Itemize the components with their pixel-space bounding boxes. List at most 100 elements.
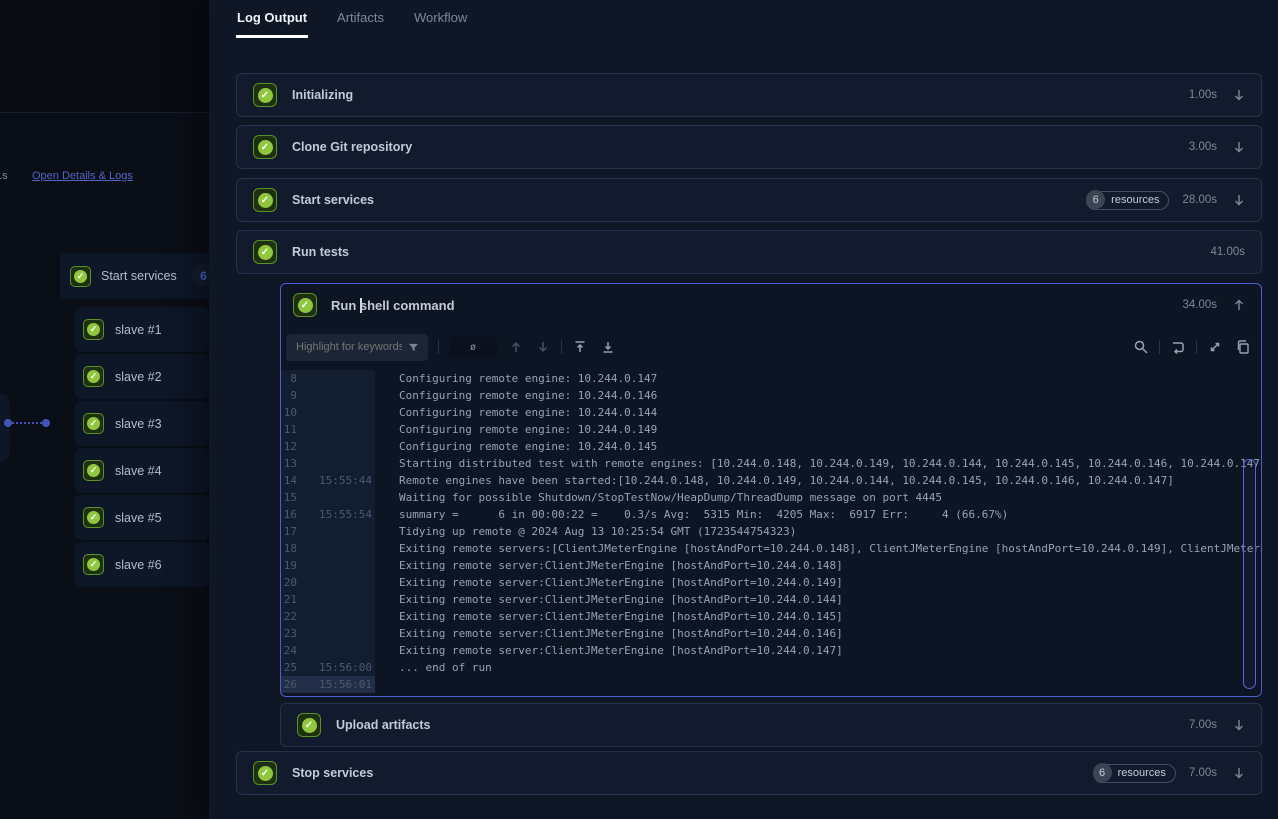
scroll-to-bottom-icon[interactable] [600,339,616,355]
line-timestamp: 15:56:01 [319,678,387,691]
line-number: 25 [281,661,297,674]
keyword-highlight-field [286,334,428,361]
step-duration: 1.00s [1189,89,1217,101]
step-label: Stop services [292,766,373,780]
step-start-services[interactable]: ✓ Start services 6 resources 28.00s [236,178,1262,222]
tab-workflow[interactable]: Workflow [413,8,468,38]
log-line: 11 Configuring remote engine: 10.244.0.1… [281,421,1261,438]
log-toolbar: ø [281,330,1261,364]
line-number: 15 [281,491,297,504]
step-clone-git[interactable]: ✓ Clone Git repository 3.00s [236,125,1262,169]
step-run-tests[interactable]: ✓ Run tests 41.00s [236,230,1262,274]
tab-bar: Log Output Artifacts Workflow [236,8,468,38]
expand-fullscreen-icon[interactable] [1207,339,1223,355]
connector-dot [4,419,12,427]
scroll-to-top-icon[interactable] [572,339,588,355]
node-count-badge: 6 [192,264,209,287]
line-text: Exiting remote server:ClientJMeterEngine… [399,610,843,623]
details-panel: Log Output Artifacts Workflow ✓ Initiali… [209,0,1278,819]
expand-down-icon[interactable] [1231,139,1247,155]
line-number: 11 [281,423,297,436]
step-initializing[interactable]: ✓ Initializing 1.00s [236,73,1262,117]
success-check-icon: ✓ [293,293,317,317]
line-number: 10 [281,406,297,419]
success-check-icon: ✓ [83,507,104,528]
search-icon[interactable] [1133,339,1149,355]
canvas-top-region [0,0,209,113]
line-number: 13 [281,457,297,470]
success-check-icon: ✓ [253,83,277,107]
resources-badge: 6 resources [1093,764,1176,783]
expand-down-icon[interactable] [1231,765,1247,781]
log-scrollbar-thumb[interactable] [1243,459,1256,689]
step-label: Run shell command [331,298,455,313]
success-check-icon: ✓ [83,460,104,481]
node-slave[interactable]: ✓ slave #1 [75,307,209,352]
line-text: Exiting remote server:ClientJMeterEngine… [399,644,843,657]
connector-dot [42,419,50,427]
node-slave[interactable]: ✓ slave #4 [75,448,209,493]
line-number: 24 [281,644,297,657]
log-line: 25 15:56:00 ... end of run [281,659,1261,676]
node-start-services[interactable]: ✓ Start services [60,253,209,299]
tab-artifacts[interactable]: Artifacts [336,8,385,38]
line-text: Configuring remote engine: 10.244.0.149 [399,423,657,436]
log-line: 16 15:55:54 summary = 6 in 00:00:22 = 0.… [281,506,1261,523]
step-duration: 34.00s [1182,299,1217,311]
toolbar-separator [438,340,439,354]
prev-match-icon[interactable] [508,339,524,355]
node-label: slave #6 [115,558,162,572]
shell-step-header[interactable]: ✓ Run shell command 34.00s [281,284,1261,326]
step-duration: 41.00s [1210,246,1245,258]
copy-icon[interactable] [1235,339,1251,355]
node-slave[interactable]: ✓ slave #5 [75,495,209,540]
line-text: Configuring remote engine: 10.244.0.147 [399,372,657,385]
line-text: Exiting remote server:ClientJMeterEngine… [399,576,843,589]
line-number: 22 [281,610,297,623]
node-slave[interactable]: ✓ slave #3 [75,401,209,446]
step-upload-artifacts[interactable]: ✓ Upload artifacts 7.00s [280,703,1262,747]
node-duration: 1s [0,170,8,182]
line-timestamp: 15:55:54 [319,508,387,521]
tab-log-output[interactable]: Log Output [236,8,308,38]
line-text: Exiting remote server:ClientJMeterEngine… [399,627,843,640]
log-output[interactable]: 8 Configuring remote engine: 10.244.0.14… [281,370,1261,693]
node-label: slave #5 [115,511,162,525]
success-check-icon: ✓ [253,761,277,785]
text-cursor [360,298,362,313]
log-line: 23 Exiting remote server:ClientJMeterEng… [281,625,1261,642]
expand-down-icon[interactable] [1231,192,1247,208]
node-slave[interactable]: ✓ slave #6 [75,542,209,587]
line-text: Tidying up remote @ 2024 Aug 13 10:25:54… [399,525,796,538]
resources-badge: 6 resources [1086,191,1169,210]
step-duration: 7.00s [1189,767,1217,779]
success-check-icon: ✓ [83,554,104,575]
step-run-shell-expanded: ✓ Run shell command 34.00s ø [280,283,1262,697]
log-line: 19 Exiting remote server:ClientJMeterEng… [281,557,1261,574]
line-number: 20 [281,576,297,589]
line-number: 9 [281,389,297,402]
open-details-logs-link[interactable]: Open Details & Logs [32,170,133,182]
log-line: 26 15:56:01 [281,676,1261,693]
toolbar-separator [561,340,562,354]
line-text: ... end of run [399,661,492,674]
expand-down-icon[interactable] [1231,87,1247,103]
expand-down-icon[interactable] [1231,717,1247,733]
wrap-lines-icon[interactable] [1170,339,1186,355]
line-text: Waiting for possible Shutdown/StopTestNo… [399,491,942,504]
line-number: 8 [281,372,297,385]
collapse-up-icon[interactable] [1231,297,1247,313]
node-label: slave #3 [115,417,162,431]
step-stop-services[interactable]: ✓ Stop services 6 resources 7.00s [236,751,1262,795]
next-match-icon[interactable] [535,339,551,355]
line-text: Starting distributed test with remote en… [399,457,1261,470]
step-label: Upload artifacts [336,718,430,732]
log-line: 12 Configuring remote engine: 10.244.0.1… [281,438,1261,455]
success-check-icon: ✓ [253,135,277,159]
line-text: Configuring remote engine: 10.244.0.144 [399,406,657,419]
step-label: Clone Git repository [292,140,412,154]
step-duration: 3.00s [1189,141,1217,153]
line-text: Exiting remote server:ClientJMeterEngine… [399,593,843,606]
line-text: Remote engines have been started:[10.244… [399,474,1174,487]
node-slave[interactable]: ✓ slave #2 [75,354,209,399]
